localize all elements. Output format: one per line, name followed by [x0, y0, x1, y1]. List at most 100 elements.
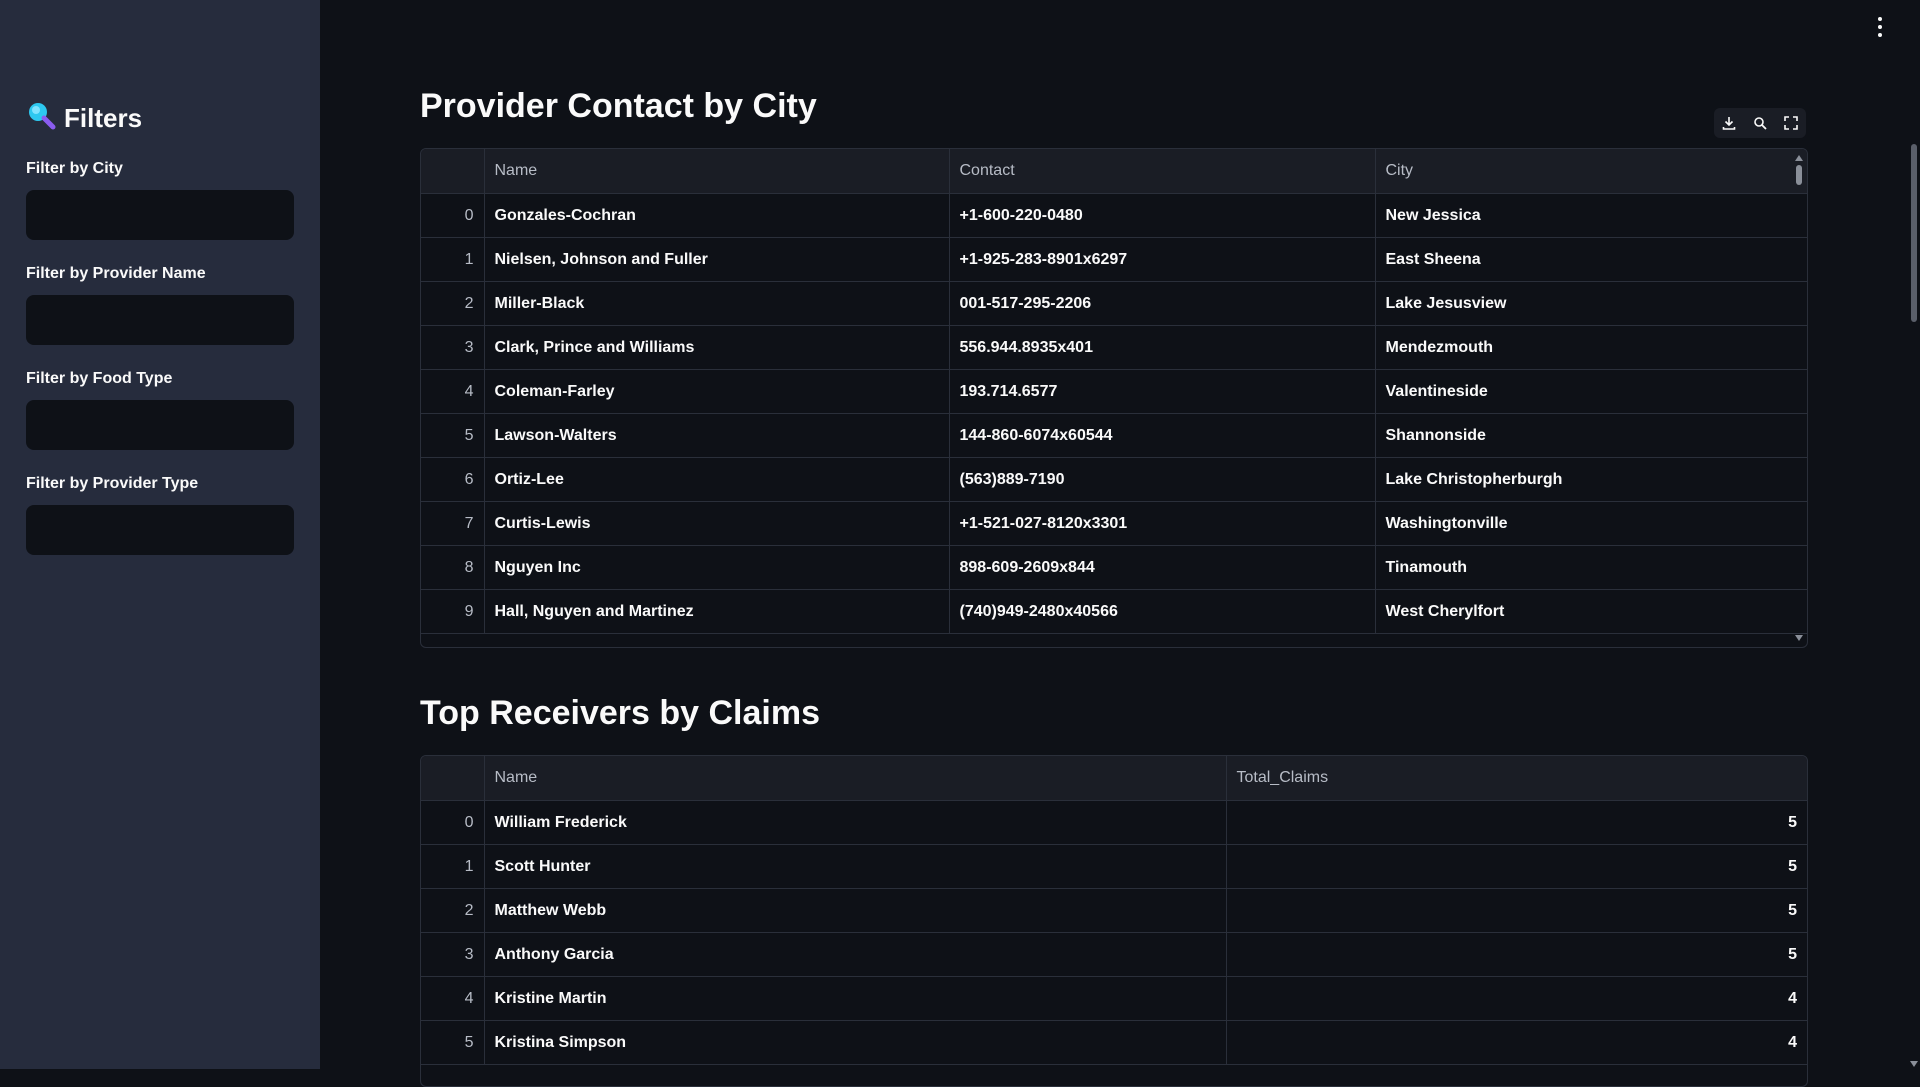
table-row[interactable]: 4 Coleman-Farley 193.714.6577 Valentineside [421, 369, 1807, 414]
cell-contact[interactable]: 556.944.8935x401 [949, 325, 1376, 370]
cell-city[interactable]: New Jessica [1375, 193, 1807, 238]
cell-total-claims[interactable]: 5 [1226, 844, 1807, 889]
magnifier-icon [26, 100, 56, 137]
cell-name[interactable]: Anthony Garcia [484, 932, 1227, 977]
column-header-contact[interactable]: Contact [949, 149, 1376, 194]
table-row[interactable]: 2 Matthew Webb 5 [421, 888, 1807, 933]
table-row[interactable]: 5 Kristina Simpson 4 [421, 1020, 1807, 1065]
page-scroll-down-arrow-icon[interactable] [1910, 1061, 1918, 1067]
filter-provider-name-input[interactable] [26, 295, 294, 345]
cell-name[interactable]: Matthew Webb [484, 888, 1227, 933]
cell-contact[interactable]: 144-860-6074x60544 [949, 413, 1376, 458]
filter-provider-name-label: Filter by Provider Name [26, 265, 206, 282]
row-index: 3 [421, 325, 485, 370]
row-index: 1 [421, 844, 485, 889]
table-row[interactable]: 0 William Frederick 5 [421, 800, 1807, 845]
cell-name[interactable]: Kristina Simpson [484, 1020, 1227, 1065]
cell-city[interactable]: Washingtonville [1375, 501, 1807, 546]
row-index: 0 [421, 193, 485, 238]
filter-city-group: Filter by City [26, 160, 294, 240]
filter-provider-type-input[interactable] [26, 505, 294, 555]
table-row[interactable]: 1 Nielsen, Johnson and Fuller +1-925-283-8… [421, 237, 1807, 282]
cell-total-claims[interactable]: 4 [1226, 976, 1807, 1021]
cell-city[interactable]: Lake Jesusview [1375, 281, 1807, 326]
cell-name[interactable]: Scott Hunter [484, 844, 1227, 889]
cell-city[interactable]: Mendezmouth [1375, 325, 1807, 370]
search-icon[interactable] [1752, 115, 1768, 131]
download-icon[interactable] [1721, 115, 1737, 131]
column-header-total-claims[interactable]: Total_Claims [1226, 756, 1807, 801]
row-index: 4 [421, 976, 485, 1021]
cell-total-claims[interactable]: 5 [1226, 800, 1807, 845]
cell-name[interactable]: Lawson-Walters [484, 413, 950, 458]
filter-provider-name-group: Filter by Provider Name [26, 265, 294, 345]
table-header-row: Name Contact City [421, 149, 1807, 194]
cell-total-claims[interactable]: 5 [1226, 888, 1807, 933]
cell-city[interactable]: West Cherylfort [1375, 589, 1807, 634]
main-menu-button[interactable] [1870, 14, 1890, 40]
cell-total-claims[interactable]: 5 [1226, 932, 1807, 977]
cell-contact[interactable]: (740)949-2480x40566 [949, 589, 1376, 634]
column-header-name[interactable]: Name [484, 149, 950, 194]
filter-food-type-group: Filter by Food Type [26, 370, 294, 450]
cell-name[interactable]: Clark, Prince and Williams [484, 325, 950, 370]
table-row[interactable]: 3 Anthony Garcia 5 [421, 932, 1807, 977]
table-scrollbar[interactable] [1795, 153, 1803, 643]
table-row[interactable]: 3 Clark, Prince and Williams 556.944.8935x… [421, 325, 1807, 370]
cell-name[interactable]: Miller-Black [484, 281, 950, 326]
cell-name[interactable]: Curtis-Lewis [484, 501, 950, 546]
filter-city-input[interactable] [26, 190, 294, 240]
index-header [421, 149, 485, 194]
cell-contact[interactable]: +1-925-283-8901x6297 [949, 237, 1376, 282]
row-index: 8 [421, 545, 485, 590]
table-row[interactable]: 4 Kristine Martin 4 [421, 976, 1807, 1021]
index-header [421, 756, 485, 801]
receivers-section-title: Top Receivers by Claims [420, 694, 820, 732]
cell-contact[interactable]: 193.714.6577 [949, 369, 1376, 414]
scroll-down-arrow-icon[interactable] [1795, 635, 1803, 641]
filter-food-type-input[interactable] [26, 400, 294, 450]
row-index: 2 [421, 888, 485, 933]
column-header-city[interactable]: City [1375, 149, 1807, 194]
cell-name[interactable]: Coleman-Farley [484, 369, 950, 414]
cell-total-claims[interactable]: 4 [1226, 1020, 1807, 1065]
filter-provider-type-group: Filter by Provider Type [26, 475, 294, 555]
table-row[interactable]: 9 Hall, Nguyen and Martinez (740)949-2480x… [421, 589, 1807, 634]
scroll-thumb[interactable] [1796, 165, 1802, 185]
table-row[interactable]: 8 Nguyen Inc 898-609-2609x844 Tinamouth [421, 545, 1807, 590]
table-row[interactable]: 7 Curtis-Lewis +1-521-027-8120x3301 Washing… [421, 501, 1807, 546]
cell-city[interactable]: Valentineside [1375, 369, 1807, 414]
cell-city[interactable]: Tinamouth [1375, 545, 1807, 590]
cell-name[interactable]: Nielsen, Johnson and Fuller [484, 237, 950, 282]
cell-name[interactable]: William Frederick [484, 800, 1227, 845]
cell-contact[interactable]: (563)889-7190 [949, 457, 1376, 502]
column-header-name[interactable]: Name [484, 756, 1227, 801]
menu-dot-icon [1878, 17, 1882, 21]
cell-contact[interactable]: 001-517-295-2206 [949, 281, 1376, 326]
table-row[interactable]: 5 Lawson-Walters 144-860-6074x60544 Shannon… [421, 413, 1807, 458]
cell-city[interactable]: Lake Christopherburgh [1375, 457, 1807, 502]
page-scrollbar-thumb[interactable] [1911, 144, 1917, 322]
table-row[interactable]: 1 Scott Hunter 5 [421, 844, 1807, 889]
cell-contact[interactable]: +1-600-220-0480 [949, 193, 1376, 238]
cell-name[interactable]: Kristine Martin [484, 976, 1227, 1021]
menu-dot-icon [1878, 25, 1882, 29]
menu-dot-icon [1878, 33, 1882, 37]
table-row[interactable]: 6 Ortiz-Lee (563)889-7190 Lake Christopherb… [421, 457, 1807, 502]
table-row[interactable]: 0 Gonzales-Cochran +1-600-220-0480 New Jess… [421, 193, 1807, 238]
scroll-up-arrow-icon[interactable] [1795, 155, 1803, 161]
cell-name[interactable]: Hall, Nguyen and Martinez [484, 589, 950, 634]
cell-contact[interactable]: +1-521-027-8120x3301 [949, 501, 1376, 546]
provider-table[interactable]: Name Contact City 0 Gonzales-Cochran +1-60… [420, 148, 1808, 648]
cell-city[interactable]: Shannonside [1375, 413, 1807, 458]
cell-contact[interactable]: 898-609-2609x844 [949, 545, 1376, 590]
table-header-row: Name Total_Claims [421, 756, 1807, 801]
table-row[interactable]: 2 Miller-Black 001-517-295-2206 Lake Jesusv… [421, 281, 1807, 326]
cell-city[interactable]: East Sheena [1375, 237, 1807, 282]
cell-name[interactable]: Nguyen Inc [484, 545, 950, 590]
cell-name[interactable]: Ortiz-Lee [484, 457, 950, 502]
fullscreen-icon[interactable] [1783, 115, 1799, 131]
cell-name[interactable]: Gonzales-Cochran [484, 193, 950, 238]
receivers-table[interactable]: Name Total_Claims 0 William Frederick 5 1S… [420, 755, 1808, 1087]
filter-provider-type-label: Filter by Provider Type [26, 475, 199, 492]
